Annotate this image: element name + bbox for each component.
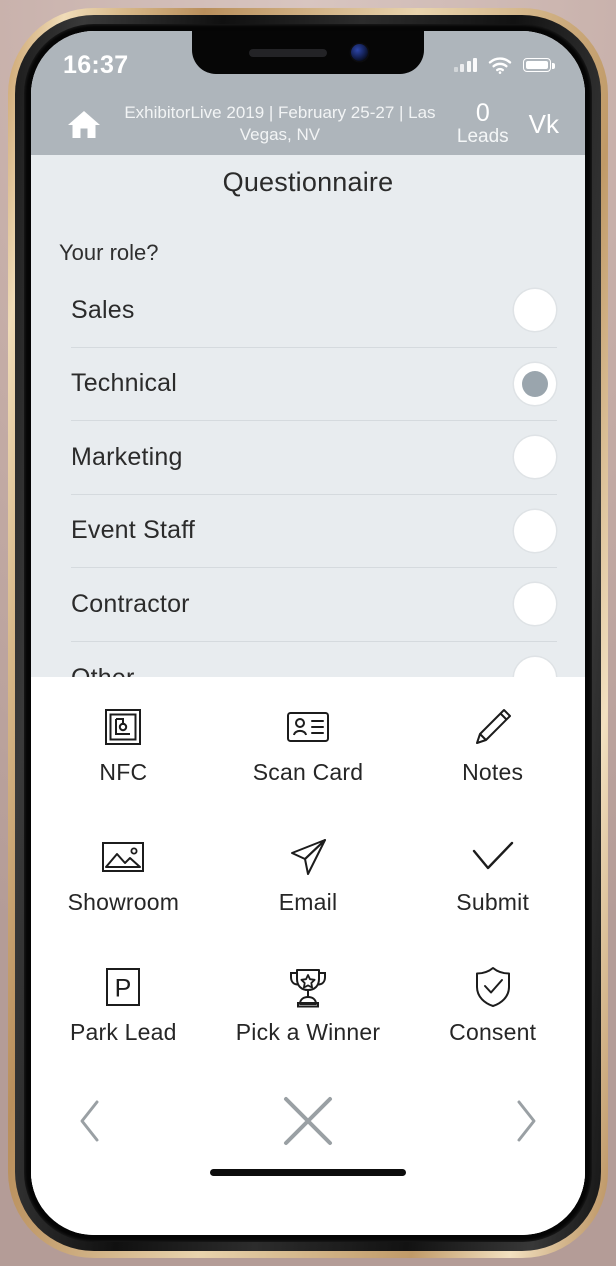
radio-event-staff[interactable] <box>513 508 557 553</box>
home-icon <box>68 111 100 138</box>
option-row-technical[interactable]: Technical <box>71 348 557 421</box>
tool-label: Email <box>278 889 338 915</box>
parking-p-icon: P <box>104 961 142 1013</box>
radio-contractor[interactable] <box>513 582 557 627</box>
status-indicators <box>453 51 555 74</box>
image-icon <box>101 831 145 883</box>
close-button[interactable] <box>278 1091 338 1151</box>
phone-bezel-outer: 16:37 ExhibitorLive 2019 | February 25-2… <box>15 15 601 1251</box>
wifi-icon <box>488 56 512 74</box>
cellular-signal-icon <box>453 58 477 72</box>
toolbar-row-3: P Park Lead Pick a Winner Consent <box>31 943 585 1073</box>
leads-label: Leads <box>456 125 509 147</box>
event-title: ExhibitorLive 2019 | February 25-27 | La… <box>124 102 436 144</box>
home-indicator-bar[interactable] <box>210 1169 406 1176</box>
tool-nfc[interactable]: NFC <box>31 683 216 813</box>
option-label: Contractor <box>71 589 190 618</box>
nfc-icon <box>103 701 143 753</box>
tool-pick-a-winner[interactable]: Pick a Winner <box>216 943 401 1073</box>
tool-showroom[interactable]: Showroom <box>31 813 216 943</box>
tool-label: Scan Card <box>252 759 364 785</box>
phone-device-frame: 16:37 ExhibitorLive 2019 | February 25-2… <box>8 8 608 1258</box>
tool-label: Notes <box>462 759 524 785</box>
radio-marketing[interactable] <box>513 435 557 480</box>
option-label: Technical <box>71 369 178 398</box>
chevron-left-icon <box>80 1100 99 1142</box>
tool-submit[interactable]: Submit <box>400 813 585 943</box>
pencil-icon <box>471 701 515 753</box>
radio-technical[interactable] <box>513 361 557 406</box>
tool-scan-card[interactable]: Scan Card <box>216 683 401 813</box>
front-camera-icon <box>350 44 368 61</box>
phone-notch <box>192 31 424 74</box>
option-label: Marketing <box>71 442 183 471</box>
option-row-other[interactable]: Other <box>71 642 557 677</box>
tool-park-lead[interactable]: P Park Lead <box>31 943 216 1073</box>
tool-email[interactable]: Email <box>216 813 401 943</box>
app-header: ExhibitorLive 2019 | February 25-27 | La… <box>31 93 585 155</box>
tool-label: Consent <box>449 1019 537 1045</box>
tool-label: NFC <box>99 759 148 785</box>
phone-bezel-inner: 16:37 ExhibitorLive 2019 | February 25-2… <box>24 24 592 1242</box>
user-avatar-initials[interactable]: Vk <box>523 109 559 140</box>
chevron-right-icon <box>517 1100 536 1142</box>
paper-plane-icon <box>286 831 330 883</box>
svg-text:P: P <box>115 975 132 1003</box>
toolbar-row-1: NFC Scan Card Notes <box>31 683 585 813</box>
option-row-contractor[interactable]: Contractor <box>71 568 557 642</box>
tool-label: Showroom <box>67 889 180 915</box>
radio-sales[interactable] <box>513 288 557 333</box>
home-indicator-area <box>31 1169 585 1209</box>
question-text: Your role? <box>59 240 159 265</box>
leads-counter[interactable]: 0 Leads <box>453 100 523 147</box>
back-button[interactable] <box>67 1093 113 1149</box>
trophy-icon <box>286 961 330 1013</box>
home-button[interactable] <box>61 109 107 139</box>
leads-count: 0 <box>475 99 490 128</box>
option-label: Other <box>71 664 135 677</box>
tool-notes[interactable]: Notes <box>400 683 585 813</box>
tool-consent[interactable]: Consent <box>400 943 585 1073</box>
tool-label: Park Lead <box>70 1019 177 1045</box>
option-row-sales[interactable]: Sales <box>71 274 557 348</box>
toolbar-row-2: Showroom Email Submit <box>31 813 585 943</box>
close-x-icon <box>284 1097 332 1145</box>
action-toolbar: NFC Scan Card Notes Showroom Email Submi… <box>31 677 585 1235</box>
options-list: Sales Technical Marketing Event Staff Co… <box>31 274 585 677</box>
radio-other[interactable] <box>513 656 557 677</box>
option-row-event-staff[interactable]: Event Staff <box>71 495 557 568</box>
tool-label: Submit <box>456 889 530 915</box>
questionnaire-panel: Questionnaire Your role? Sales Technical… <box>31 155 585 677</box>
earpiece-speaker-icon <box>248 48 327 57</box>
bottom-navigation <box>31 1073 585 1169</box>
option-row-marketing[interactable]: Marketing <box>71 421 557 495</box>
status-clock: 16:37 <box>63 50 129 79</box>
option-label: Event Staff <box>71 516 196 545</box>
check-icon <box>470 831 516 883</box>
shield-check-icon <box>473 961 513 1013</box>
forward-button[interactable] <box>503 1093 549 1149</box>
scan-card-icon <box>286 701 330 753</box>
battery-full-icon <box>523 58 555 72</box>
option-label: Sales <box>71 295 135 324</box>
page-title: Questionnaire <box>222 167 394 197</box>
phone-screen: 16:37 ExhibitorLive 2019 | February 25-2… <box>31 31 585 1235</box>
tool-label: Pick a Winner <box>235 1019 381 1045</box>
